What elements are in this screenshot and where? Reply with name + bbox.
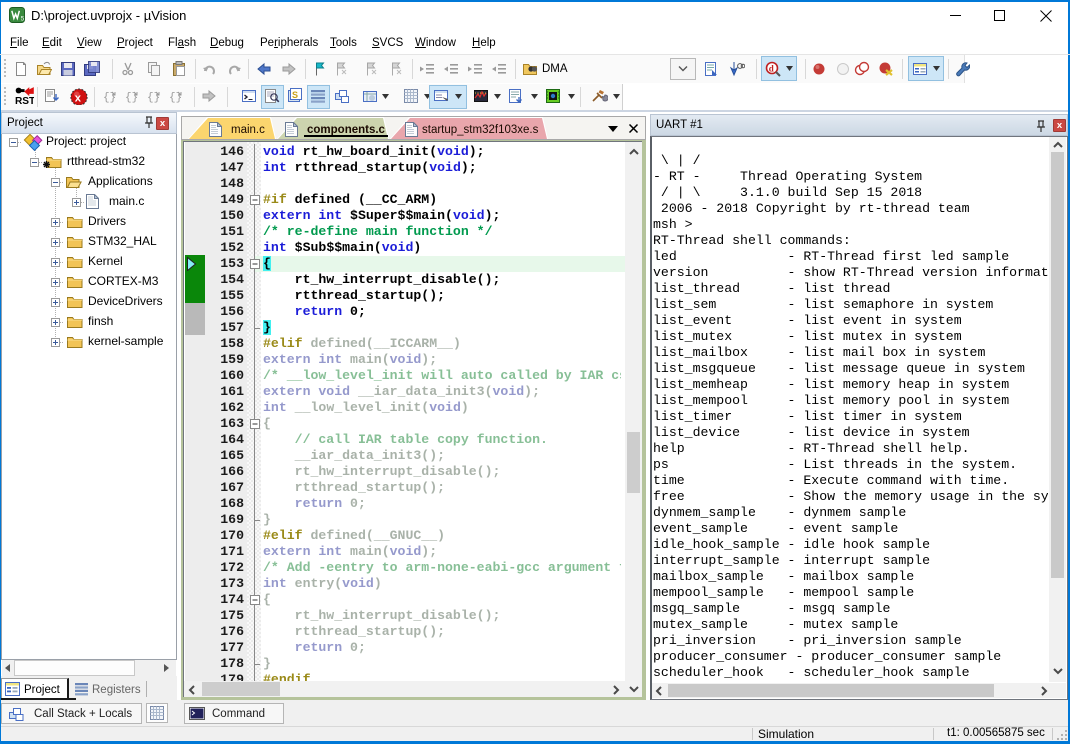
svg-text:d: d [769,64,774,74]
svg-text:5: 5 [21,16,25,23]
svg-text:x: x [75,92,82,104]
svg-text:RST: RST [15,96,34,104]
svg-text:S: S [292,90,298,100]
